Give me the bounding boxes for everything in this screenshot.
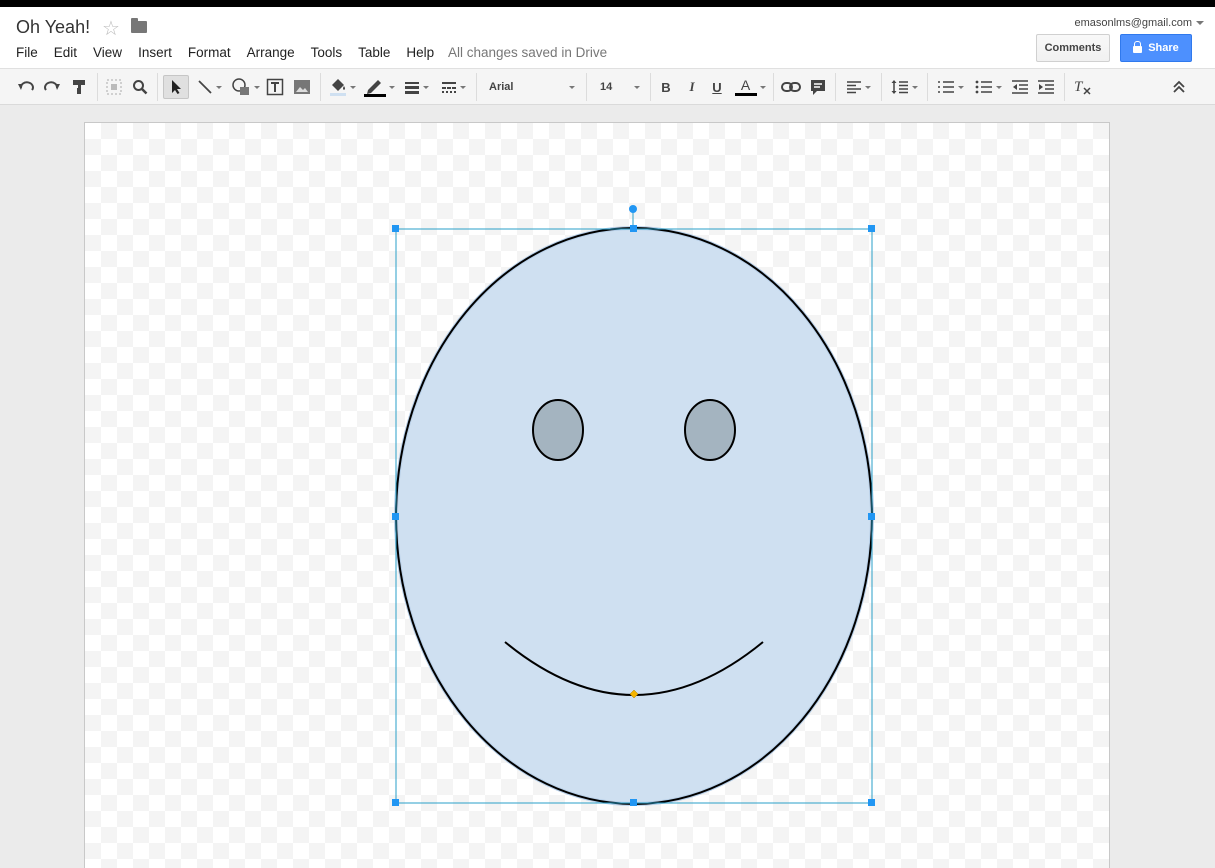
face-shape[interactable] bbox=[394, 226, 874, 806]
resize-handle-se[interactable] bbox=[868, 799, 875, 806]
left-eye-shape[interactable] bbox=[532, 399, 584, 461]
resize-handle-n[interactable] bbox=[630, 225, 637, 232]
rotate-handle[interactable] bbox=[629, 205, 637, 213]
resize-handle-s[interactable] bbox=[630, 799, 637, 806]
resize-handle-w[interactable] bbox=[392, 513, 399, 520]
resize-handle-e[interactable] bbox=[868, 513, 875, 520]
resize-handle-sw[interactable] bbox=[392, 799, 399, 806]
drawing-layer bbox=[392, 205, 875, 806]
resize-handle-nw[interactable] bbox=[392, 225, 399, 232]
right-eye-shape[interactable] bbox=[684, 399, 736, 461]
resize-handle-ne[interactable] bbox=[868, 225, 875, 232]
